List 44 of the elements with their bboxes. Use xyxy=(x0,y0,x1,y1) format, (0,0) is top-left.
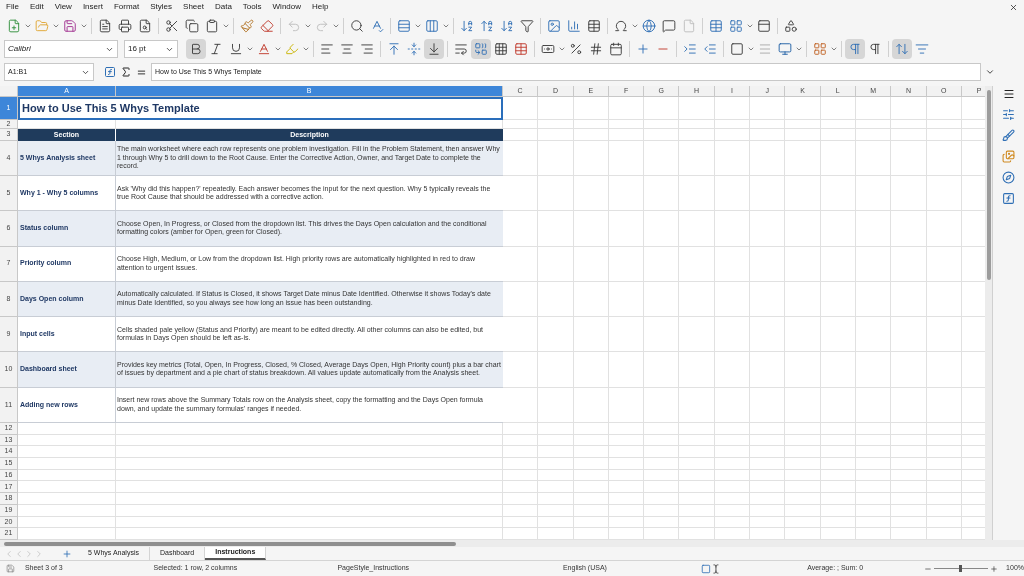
bold-icon[interactable] xyxy=(186,39,206,59)
menu-item[interactable]: Insert xyxy=(82,1,103,13)
vertical-scrollbar-thumb[interactable] xyxy=(986,90,991,280)
selection-mode-icon[interactable] xyxy=(701,563,712,574)
insert-mode-icon[interactable] xyxy=(711,563,722,574)
menu-item[interactable]: Tools xyxy=(242,1,262,13)
menu-item[interactable]: View xyxy=(54,1,72,13)
expand-caret-icon[interactable] xyxy=(985,67,995,77)
dropdown-caret-icon[interactable] xyxy=(302,45,310,53)
document-status-icon xyxy=(6,564,15,573)
menu-item[interactable]: Edit xyxy=(29,1,44,13)
menu-item[interactable]: Window xyxy=(272,1,301,13)
menu-item[interactable]: Styles xyxy=(150,1,173,13)
left-to-right-icon[interactable] xyxy=(845,39,865,59)
menu-item[interactable]: Format xyxy=(113,1,140,13)
functions-icon[interactable] xyxy=(1002,192,1015,205)
dropdown-caret-icon[interactable] xyxy=(558,45,566,53)
menu-item[interactable]: Data xyxy=(214,1,232,13)
stacked-text-icon[interactable] xyxy=(892,39,912,59)
dropdown-caret-icon[interactable] xyxy=(747,45,755,53)
dropdown-caret-icon[interactable] xyxy=(274,45,282,53)
horizontal-scrollbar-thumb[interactable] xyxy=(4,541,456,546)
font-size-field[interactable]: 16 pt xyxy=(124,40,178,58)
dropdown-caret-icon[interactable] xyxy=(246,45,254,53)
menu-item[interactable]: Help xyxy=(312,1,329,13)
sigma-icon[interactable] xyxy=(120,66,132,78)
font-name-field[interactable]: Calibri xyxy=(4,40,118,58)
properties-icon[interactable] xyxy=(1002,108,1015,121)
navigator-icon[interactable] xyxy=(1002,171,1015,184)
styles-icon[interactable] xyxy=(1002,129,1015,142)
dropdown-caret-icon[interactable] xyxy=(830,45,838,53)
function-wizard-icon[interactable] xyxy=(104,66,116,78)
menu-icon[interactable] xyxy=(1002,88,1015,100)
zoom-slider-thumb[interactable] xyxy=(959,565,963,572)
menu-item[interactable]: File xyxy=(6,1,19,13)
dropdown-caret-icon[interactable] xyxy=(795,45,803,53)
align-bottom-icon[interactable] xyxy=(424,39,444,59)
add-sheet-icon[interactable] xyxy=(62,548,72,559)
zoom-in-icon[interactable] xyxy=(990,564,999,573)
merge-center-icon[interactable] xyxy=(471,39,491,59)
close-icon[interactable] xyxy=(1009,2,1018,12)
gallery-icon[interactable] xyxy=(1002,150,1015,163)
menu-item[interactable]: Sheet xyxy=(183,1,204,13)
merged-title-cell: How to Use This 5 Whys Template xyxy=(18,97,503,120)
